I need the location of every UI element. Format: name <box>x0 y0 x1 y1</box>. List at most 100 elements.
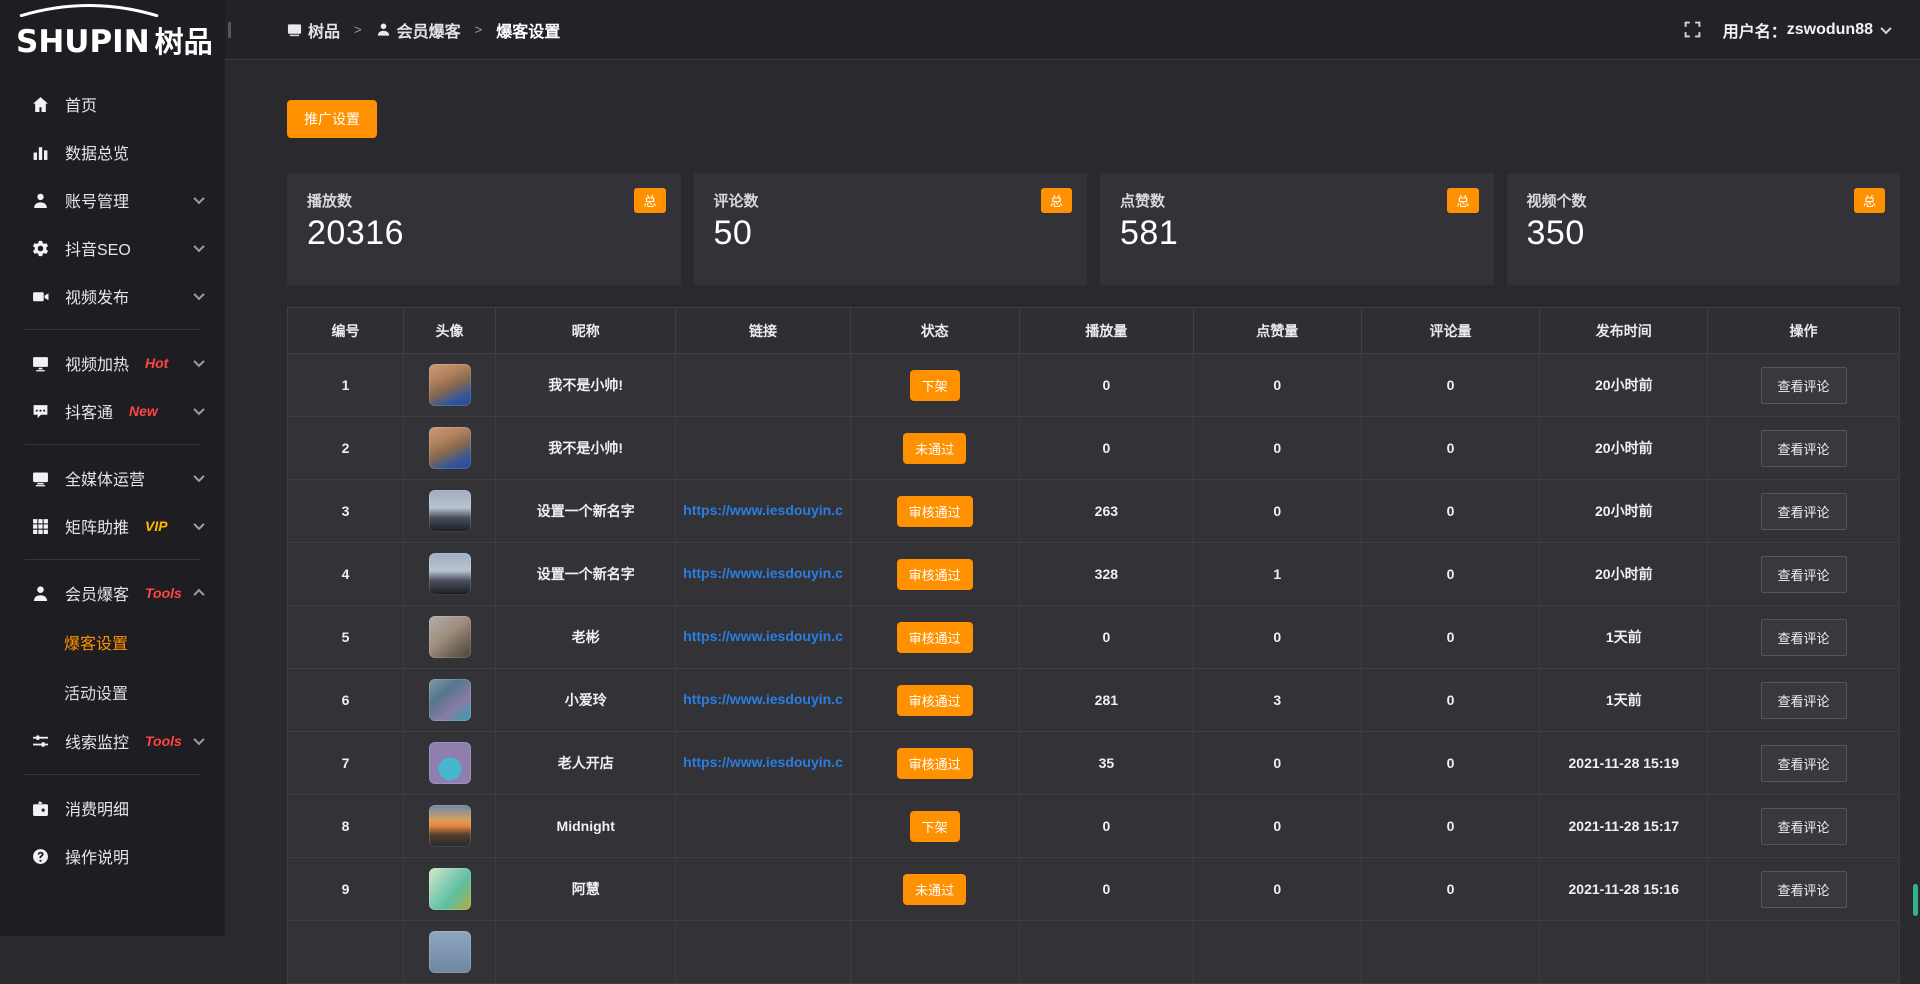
cell-avatar <box>404 732 496 795</box>
cell-likes: 0 <box>1193 858 1361 921</box>
cell-nickname: 设置一个新名字 <box>495 543 676 606</box>
view-comments-button[interactable]: 查看评论 <box>1761 556 1847 593</box>
sidebar-item-matrix-boost[interactable]: 矩阵助推VIP <box>0 502 225 550</box>
brand-logo-text-cn: 树品 <box>155 28 213 58</box>
cell-nickname: 老人开店 <box>495 732 676 795</box>
cell-publish-time: 1天前 <box>1540 606 1708 669</box>
brand-logo-text-en: SHUPIN <box>16 27 150 58</box>
avatar-image <box>429 742 471 784</box>
sidebar-item-activity-settings[interactable]: 活动设置 <box>0 667 225 717</box>
avatar-image <box>429 490 471 532</box>
cell-status: 未通过 <box>850 417 1019 480</box>
video-link[interactable]: https://www.iesdouyin.c <box>683 691 843 707</box>
video-link[interactable]: https://www.iesdouyin.c <box>683 502 843 518</box>
cell-nickname: 我不是小帅! <box>495 417 676 480</box>
cell-status: 未通过 <box>850 858 1019 921</box>
view-comments-button[interactable]: 查看评论 <box>1761 493 1847 530</box>
table-row: 6小爱玲https://www.iesdouyin.c审核通过281301天前查… <box>288 669 1900 732</box>
chevron-down-icon <box>193 519 204 530</box>
user-menu[interactable]: 用户名： zswodun88 <box>1723 18 1890 42</box>
view-comments-button[interactable]: 查看评论 <box>1761 430 1847 467</box>
cell-avatar <box>404 795 496 858</box>
cell-plays: 0 <box>1019 354 1193 417</box>
chevron-down-icon <box>193 241 204 252</box>
cell-likes: 3 <box>1193 669 1361 732</box>
cell-action: 查看评论 <box>1708 795 1900 858</box>
table-header-row: 编号头像昵称链接状态播放量点赞量评论量发布时间操作 <box>288 308 1900 354</box>
sidebar: SHUPIN 树品 首页数据总览账号管理抖音SEO 视频发布视频加热Hot抖客通N… <box>0 0 225 936</box>
sidebar-item-data-overview[interactable]: 数据总览 <box>0 128 225 176</box>
promotion-settings-button[interactable]: 推广设置 <box>287 100 377 138</box>
sidebar-item-label: 数据总览 <box>65 140 129 164</box>
video-link[interactable]: https://www.iesdouyin.c <box>683 565 843 581</box>
view-comments-button[interactable]: 查看评论 <box>1761 619 1847 656</box>
view-comments-button[interactable]: 查看评论 <box>1761 871 1847 908</box>
avatar-image <box>429 427 471 469</box>
sidebar-item-video-heating[interactable]: 视频加热Hot <box>0 339 225 387</box>
cell-link-wrap <box>676 417 850 480</box>
cell-action: 查看评论 <box>1708 543 1900 606</box>
sidebar-item-home[interactable]: 首页 <box>0 80 225 128</box>
sidebar-item-consume-detail[interactable]: 消费明细 <box>0 784 225 832</box>
sidebar-item-douyin-seo[interactable]: 抖音SEO <box>0 224 225 272</box>
videos-table: 编号头像昵称链接状态播放量点赞量评论量发布时间操作 1我不是小帅!下架00020… <box>287 307 1900 984</box>
cell-plays <box>1019 921 1193 984</box>
brand-logo[interactable]: SHUPIN 树品 <box>0 0 225 64</box>
cell-plays: 0 <box>1019 858 1193 921</box>
sidebar-item-label: 视频发布 <box>65 284 129 308</box>
monitor-icon <box>30 468 50 488</box>
sidebar-collapse-handle[interactable] <box>228 22 231 38</box>
scrollbar-thumb[interactable] <box>1913 884 1918 916</box>
column-header: 发布时间 <box>1540 308 1708 354</box>
sidebar-item-label: 抖音SEO <box>65 236 131 260</box>
cell-plays: 0 <box>1019 795 1193 858</box>
table-row: 8Midnight下架0002021-11-28 15:17查看评论 <box>288 795 1900 858</box>
breadcrumb-item-root[interactable]: 树品 <box>308 18 340 42</box>
sidebar-item-baoke-settings[interactable]: 爆客设置 <box>0 617 225 667</box>
cell-id: 2 <box>288 417 404 480</box>
avatar-image <box>429 553 471 595</box>
view-comments-button[interactable]: 查看评论 <box>1761 745 1847 782</box>
sidebar-item-member-baoke[interactable]: 会员爆客Tools <box>0 569 225 617</box>
sidebar-item-operation-guide[interactable]: 操作说明 <box>0 832 225 880</box>
view-comments-button[interactable]: 查看评论 <box>1761 682 1847 719</box>
sidebar-item-clue-monitor[interactable]: 线索监控Tools <box>0 717 225 765</box>
sidebar-item-account-management[interactable]: 账号管理 <box>0 176 225 224</box>
cell-comments: 0 <box>1361 858 1540 921</box>
view-comments-button[interactable]: 查看评论 <box>1761 367 1847 404</box>
cell-likes <box>1193 921 1361 984</box>
cell-link-wrap: https://www.iesdouyin.c <box>676 732 850 795</box>
sidebar-divider <box>25 559 200 560</box>
sidebar-item-tag: Tools <box>145 585 182 601</box>
column-header: 链接 <box>676 308 850 354</box>
view-comments-button[interactable]: 查看评论 <box>1761 808 1847 845</box>
cell-nickname: 我不是小帅! <box>495 354 676 417</box>
status-badge: 未通过 <box>903 433 966 464</box>
fullscreen-icon[interactable] <box>1684 21 1701 38</box>
cell-likes: 0 <box>1193 732 1361 795</box>
sidebar-item-omni-media[interactable]: 全媒体运营 <box>0 454 225 502</box>
total-badge: 总 <box>1854 188 1885 213</box>
sidebar-item-douketong[interactable]: 抖客通New <box>0 387 225 435</box>
breadcrumb-item-parent[interactable]: 会员爆客 <box>397 18 461 42</box>
cell-nickname: 小爱玲 <box>495 669 676 732</box>
sidebar-item-label: 视频加热 <box>65 351 129 375</box>
sliders-icon <box>30 731 50 751</box>
video-link[interactable]: https://www.iesdouyin.c <box>683 754 843 770</box>
cell-nickname: 阿慧 <box>495 858 676 921</box>
sidebar-item-video-publish[interactable]: 视频发布 <box>0 272 225 320</box>
home-icon <box>30 94 50 114</box>
sidebar-divider <box>25 774 200 775</box>
cell-link-wrap <box>676 354 850 417</box>
status-badge: 下架 <box>910 811 960 842</box>
video-link[interactable]: https://www.iesdouyin.c <box>683 628 843 644</box>
cell-publish-time: 1天前 <box>1540 669 1708 732</box>
cell-id: 3 <box>288 480 404 543</box>
chevron-down-icon <box>193 356 204 367</box>
cell-id: 4 <box>288 543 404 606</box>
screen-icon <box>287 22 302 37</box>
cell-publish-time: 2021-11-28 15:16 <box>1540 858 1708 921</box>
cell-avatar <box>404 354 496 417</box>
cell-publish-time: 20小时前 <box>1540 354 1708 417</box>
cell-plays: 0 <box>1019 606 1193 669</box>
